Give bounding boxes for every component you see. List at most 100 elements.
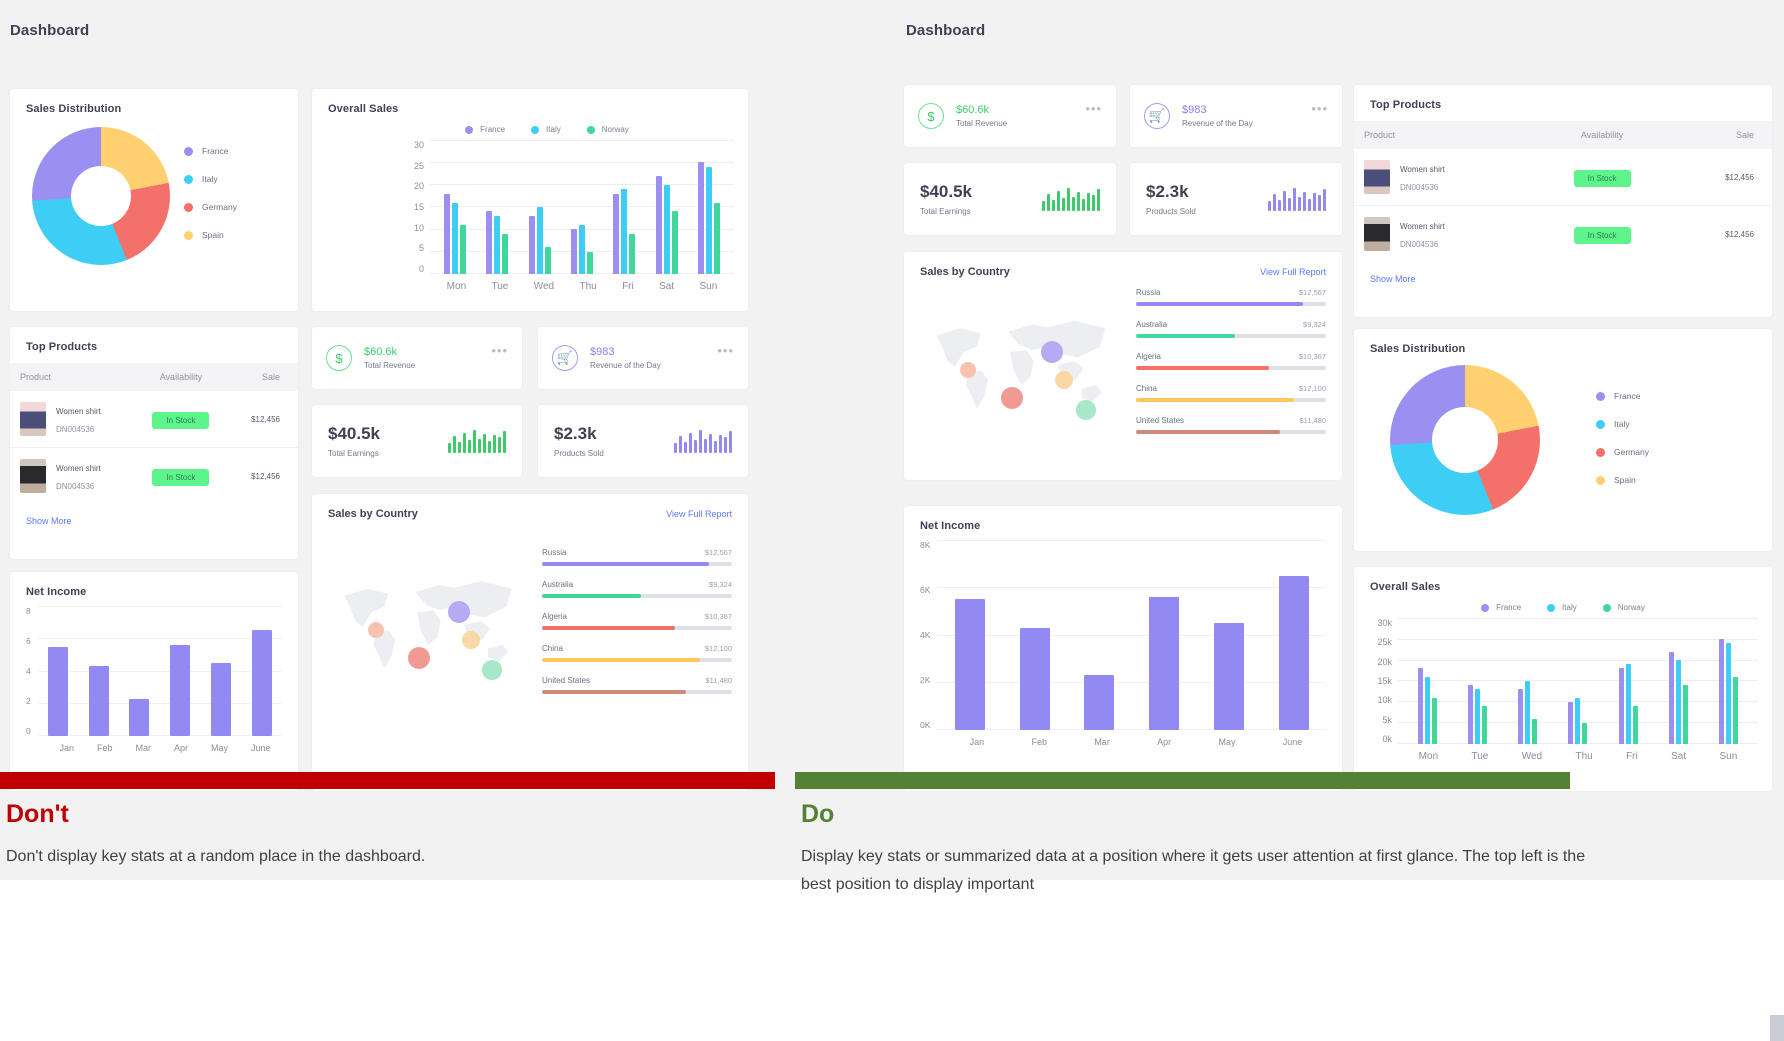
dollar-circle-icon: $ <box>918 103 944 129</box>
sparkline-green <box>448 429 506 453</box>
sparkline-bar <box>473 430 476 453</box>
progress-track <box>1136 334 1326 338</box>
product-code: DN004536 <box>1400 240 1438 249</box>
status-badge: In Stock <box>1574 227 1631 244</box>
card-top-products-right: Top Products Product Availability Sale W… <box>1354 85 1772 317</box>
card-total-earnings-right: $40.5k Total Earnings <box>904 163 1116 235</box>
legend-dot-norway-icon <box>1603 604 1611 612</box>
bar <box>1626 664 1631 744</box>
card-products-sold-left: $2.3k Products Sold <box>538 405 748 477</box>
more-options-icon[interactable]: ••• <box>1311 101 1328 116</box>
table-row[interactable]: Women shirtDN004536 In Stock $12,456 <box>10 448 298 505</box>
card-top-products-left: Top Products Product Availability Sale W… <box>10 327 298 559</box>
x-tick: Mar <box>135 743 151 753</box>
sparkline-bar <box>493 435 496 453</box>
sparkline-bar <box>463 433 466 453</box>
bar <box>1532 719 1537 744</box>
bar-group <box>571 140 593 274</box>
sales-by-country-body-right: Russia$12,567Australia$9,324Algeria$10,3… <box>904 278 1342 464</box>
product-cell: Women shirtDN004536 <box>10 448 134 505</box>
sparkline-bar <box>699 430 702 453</box>
sparkline-bar <box>1087 193 1090 211</box>
legend-dot-italy-icon <box>1547 604 1555 612</box>
sparkline-bar <box>674 443 677 453</box>
progress-track <box>1136 366 1326 370</box>
bar <box>613 194 619 274</box>
stat-value: $983 <box>1182 104 1253 116</box>
product-cell: Women shirtDN004536 <box>1354 149 1534 206</box>
y-axis: 8K 6K 4K 2K 0K <box>920 540 937 730</box>
sparkline-bar <box>1047 194 1050 211</box>
sparkline-bar <box>1077 192 1080 211</box>
sparkline-bar <box>478 439 481 453</box>
overall-sales-plot-right: 30k 25k 20k 15k 10k 5k 0k <box>1368 618 1758 744</box>
map-bubble-orange <box>368 622 384 638</box>
view-full-report-link[interactable]: View Full Report <box>1260 267 1326 277</box>
more-options-icon[interactable]: ••• <box>491 343 508 358</box>
map-bubble-purple <box>1041 341 1063 363</box>
sparkline-bar <box>498 437 501 453</box>
overall-sales-plot-left: 30 25 20 15 10 5 0 <box>326 140 734 274</box>
stat-label: Total Earnings <box>920 207 972 216</box>
legend-dot-germany-icon <box>1596 448 1605 457</box>
table-row[interactable]: Women shirtDN004536 In Stock $12,456 <box>1354 149 1772 206</box>
bar-group <box>1468 618 1487 744</box>
y-axis-left: 30 25 20 15 10 5 0 <box>326 140 430 274</box>
net-income-bars <box>937 540 1326 730</box>
stat-label: Revenue of the Day <box>1182 119 1253 128</box>
progress-fill <box>542 626 675 630</box>
sparkline-bar <box>1273 194 1276 211</box>
bar-group <box>1418 618 1437 744</box>
sparkline-purple <box>1268 187 1326 211</box>
show-more-link-right[interactable]: Show More <box>1354 262 1772 298</box>
more-options-icon[interactable]: ••• <box>1085 101 1102 116</box>
x-tick: Sat <box>659 281 674 292</box>
do-dashboard-panel: Dashboard $ $60.6k Total Revenue ••• 🛒 <box>892 0 1784 880</box>
sparkline-bar <box>694 440 697 453</box>
country-value: $10,367 <box>705 612 732 621</box>
legend-dot-france-icon <box>1596 392 1605 401</box>
table-row[interactable]: Women shirtDN004536 In Stock $12,456 <box>10 391 298 448</box>
x-tick: Tue <box>491 281 508 292</box>
sparkline-bar <box>488 441 491 453</box>
sales-by-country-body-left: Russia$12,567Australia$9,324Algeria$10,3… <box>312 520 748 724</box>
x-tick: Fri <box>1626 751 1638 762</box>
view-full-report-link[interactable]: View Full Report <box>666 509 732 519</box>
bar <box>1568 702 1573 744</box>
legend-item: Norway <box>587 125 629 134</box>
y-tick: 10 <box>326 223 424 233</box>
sparkline-bar <box>684 442 687 453</box>
sparkline-bar <box>1268 201 1271 211</box>
sparkline-bar <box>704 439 707 453</box>
sales-distribution-title-left: Sales Distribution <box>10 89 298 115</box>
overall-sales-title-left: Overall Sales <box>312 89 748 115</box>
scrollbar-thumb[interactable] <box>1770 1015 1784 1041</box>
more-options-icon[interactable]: ••• <box>717 343 734 358</box>
donut-ring-right <box>1390 365 1540 515</box>
legend-item: Italy <box>1547 603 1577 612</box>
progress-fill <box>542 562 709 566</box>
bar <box>170 645 190 736</box>
progress-track <box>542 658 732 662</box>
bar-group <box>444 140 466 274</box>
map-bubble-green <box>1076 400 1096 420</box>
bar <box>48 647 68 736</box>
stat-revenue-of-day: 🛒 $983 Revenue of the Day ••• <box>538 327 748 389</box>
y-tick: 8K <box>920 540 930 550</box>
bar <box>1475 689 1480 744</box>
show-more-link-left[interactable]: Show More <box>10 504 298 540</box>
y-tick: 20k <box>1368 657 1392 667</box>
country-name: Australia <box>542 580 573 589</box>
bar <box>1084 675 1114 730</box>
y-tick: 15 <box>326 202 424 212</box>
country-row: Russia$12,567 <box>542 548 732 566</box>
net-income-title-left: Net Income <box>10 572 298 598</box>
bar <box>89 666 109 736</box>
legend-item: France <box>184 146 237 156</box>
top-products-title-right: Top Products <box>1354 85 1772 111</box>
y-tick: 6 <box>26 636 31 646</box>
table-row[interactable]: Women shirtDN004536 In Stock $12,456 <box>1354 206 1772 263</box>
bar <box>252 630 272 736</box>
legend-label: Germany <box>1614 447 1649 457</box>
bar <box>1432 698 1437 744</box>
